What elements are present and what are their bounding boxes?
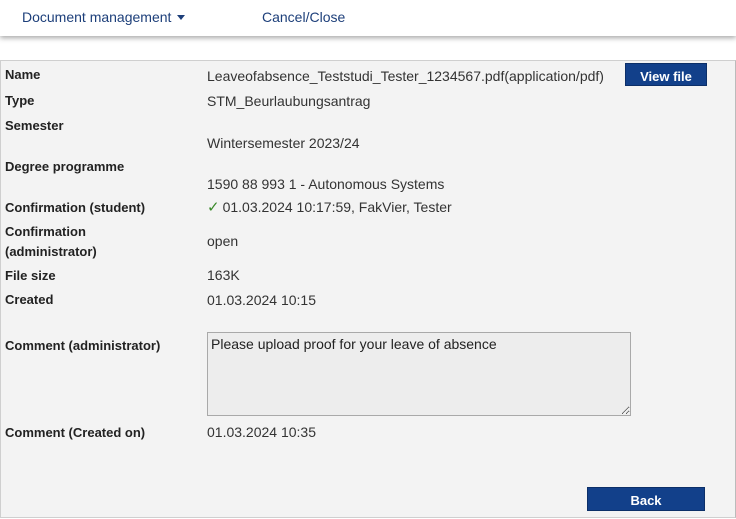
- confirmation-administrator-label: Confirmation (administrator): [5, 222, 97, 262]
- name-label: Name: [5, 67, 41, 82]
- cancel-close-link[interactable]: Cancel/Close: [262, 9, 345, 25]
- comment-created-on-label: Comment (Created on): [5, 425, 146, 440]
- degree-programme-value: 1590 88 993 1 - Autonomous Systems: [207, 176, 445, 192]
- semester-label: Semester: [5, 118, 64, 133]
- created-value: 01.03.2024 10:15: [207, 292, 316, 308]
- type-value: STM_Beurlaubungsantrag: [207, 93, 371, 109]
- name-value: Leaveofabsence_Teststudi_Tester_1234567.…: [207, 68, 604, 84]
- comment-administrator-textarea[interactable]: Please upload proof for your leave of ab…: [207, 332, 631, 416]
- document-management-label: Document management: [22, 9, 172, 25]
- confirmation-student-value: ✓ 01.03.2024 10:17:59, FakVier, Tester: [207, 197, 452, 218]
- document-management-menu[interactable]: Document management: [22, 9, 186, 25]
- file-size-label: File size: [5, 268, 56, 283]
- confirmation-student-text: 01.03.2024 10:17:59, FakVier, Tester: [222, 199, 452, 215]
- back-button[interactable]: Back: [587, 487, 705, 511]
- confirmation-administrator-label-line1: Confirmation: [5, 224, 86, 239]
- comment-created-on-value: 01.03.2024 10:35: [207, 424, 316, 440]
- created-label: Created: [5, 292, 54, 307]
- view-file-button[interactable]: View file: [625, 63, 707, 86]
- confirmation-student-label: Confirmation (student): [5, 200, 146, 215]
- confirmation-administrator-value: open: [207, 233, 239, 249]
- checkmark-icon: ✓: [207, 199, 220, 216]
- comment-administrator-label: Comment (administrator): [5, 338, 161, 353]
- document-details-panel: Name Leaveofabsence_Teststudi_Tester_123…: [0, 60, 736, 518]
- caret-down-icon: [177, 14, 186, 20]
- semester-value: Wintersemester 2023/24: [207, 135, 360, 151]
- type-label: Type: [5, 93, 35, 108]
- file-size-value: 163K: [207, 267, 240, 283]
- degree-programme-label: Degree programme: [5, 159, 125, 174]
- confirmation-administrator-label-line2: (administrator): [5, 244, 97, 259]
- top-navigation-bar: Document management Cancel/Close: [0, 0, 736, 36]
